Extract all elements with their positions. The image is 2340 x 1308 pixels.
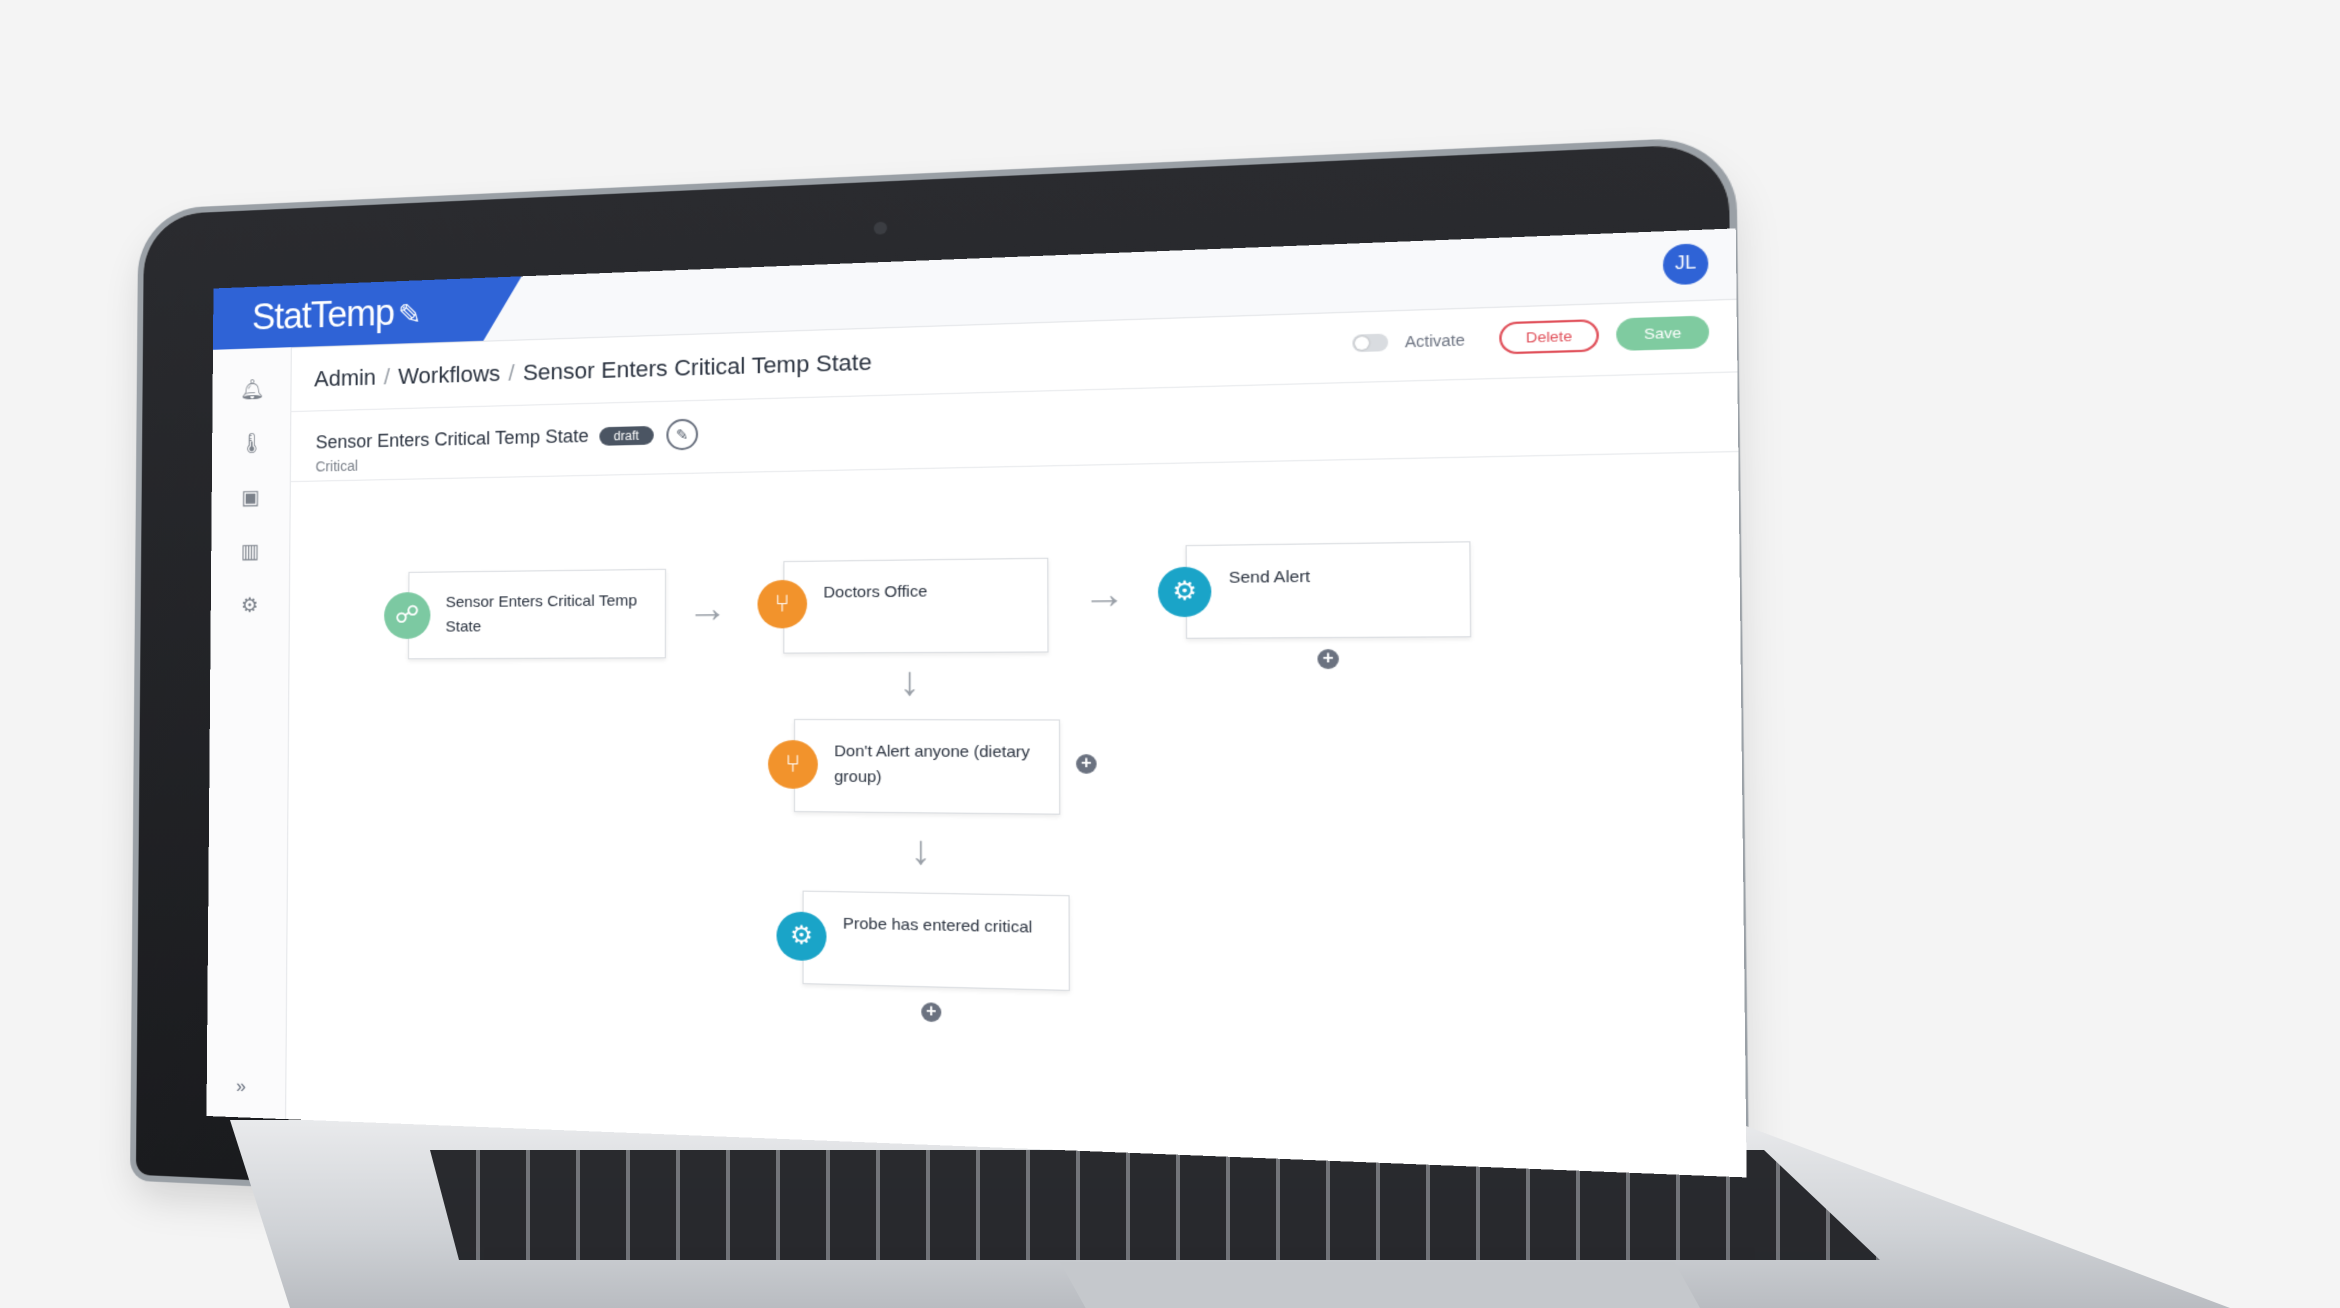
node-send-alert-label: Send Alert (1228, 567, 1311, 588)
breadcrumb-separator: / (508, 360, 515, 386)
workflow-canvas: Sensor Enters Critical Temp State ☍ → Do… (285, 451, 1747, 1177)
add-step-button[interactable]: + (921, 1002, 942, 1023)
breadcrumb-workflows[interactable]: Workflows (398, 361, 500, 389)
status-badge: draft (599, 425, 654, 446)
sidebar: 🔔︎ 🌡︎ ▣ ▥ ⚙ » (206, 347, 292, 1120)
thermometer-logo-icon: ✎ (397, 298, 421, 331)
bell-icon[interactable]: 🔔︎ (240, 378, 265, 403)
header-actions: Activate Delete Save (1352, 315, 1710, 358)
workflow-subtitle: Critical (315, 457, 358, 475)
node-trigger-label: Sensor Enters Critical Temp State (445, 591, 638, 636)
node-doctors-office[interactable]: Doctors Office (783, 557, 1049, 654)
arrow-down-icon: ↓ (910, 828, 932, 874)
chart-icon[interactable]: ▥ (238, 540, 262, 564)
trackpad (1060, 1262, 1700, 1308)
camera (873, 221, 888, 235)
device-icon[interactable]: ▣ (239, 486, 263, 510)
node-dont-alert-label: Don't Alert anyone (dietary group) (834, 742, 1030, 787)
add-step-button[interactable]: + (1317, 649, 1339, 670)
settings-icon[interactable]: ⚙ (238, 594, 262, 618)
workflow-title: Sensor Enters Critical Temp State (315, 425, 589, 453)
breadcrumb-separator: / (383, 364, 391, 390)
add-step-button[interactable]: + (1076, 754, 1097, 774)
thermometer-icon[interactable]: 🌡︎ (239, 432, 264, 456)
activate-label: Activate (1404, 330, 1466, 351)
node-probe-critical-label: Probe has entered critical (842, 914, 1033, 937)
expand-sidebar-button[interactable]: » (236, 1076, 246, 1098)
node-send-alert[interactable]: Send Alert (1185, 541, 1472, 639)
node-doctors-office-label: Doctors Office (823, 582, 928, 602)
breadcrumb-current: Sensor Enters Critical Temp State (522, 348, 872, 386)
gear-icon: ⚙ (1157, 566, 1212, 618)
arrow-right-icon: → (1082, 571, 1126, 618)
workflow-title-line: Sensor Enters Critical Temp State draft ✎ (315, 418, 698, 459)
arrow-right-icon: → (687, 586, 728, 632)
delete-button[interactable]: Delete (1498, 318, 1600, 355)
gear-icon: ⚙ (776, 911, 827, 962)
node-trigger[interactable]: Sensor Enters Critical Temp State (407, 568, 667, 660)
arrow-down-icon: ↓ (898, 659, 920, 705)
user-avatar[interactable]: JL (1662, 243, 1709, 286)
edit-pencil-icon[interactable]: ✎ (666, 418, 698, 451)
save-button[interactable]: Save (1616, 315, 1710, 352)
app-screen: StatTemp ✎ JL 🔔︎ 🌡︎ ▣ ▥ ⚙ » Admin / Workflo… (206, 228, 1747, 1178)
brand-name: StatTemp (251, 291, 395, 338)
breadcrumb-admin[interactable]: Admin (314, 364, 376, 391)
brand-logo[interactable]: StatTemp ✎ (213, 276, 522, 350)
branch-icon: ⑂ (768, 740, 818, 789)
branch-icon: ⑂ (757, 579, 808, 629)
breadcrumb: Admin / Workflows / Sensor Enters Critical T… (314, 349, 872, 393)
node-probe-critical[interactable]: Probe has entered critical (802, 890, 1070, 992)
node-dont-alert[interactable]: Don't Alert anyone (dietary group) (793, 719, 1061, 815)
activate-toggle[interactable] (1352, 332, 1389, 352)
